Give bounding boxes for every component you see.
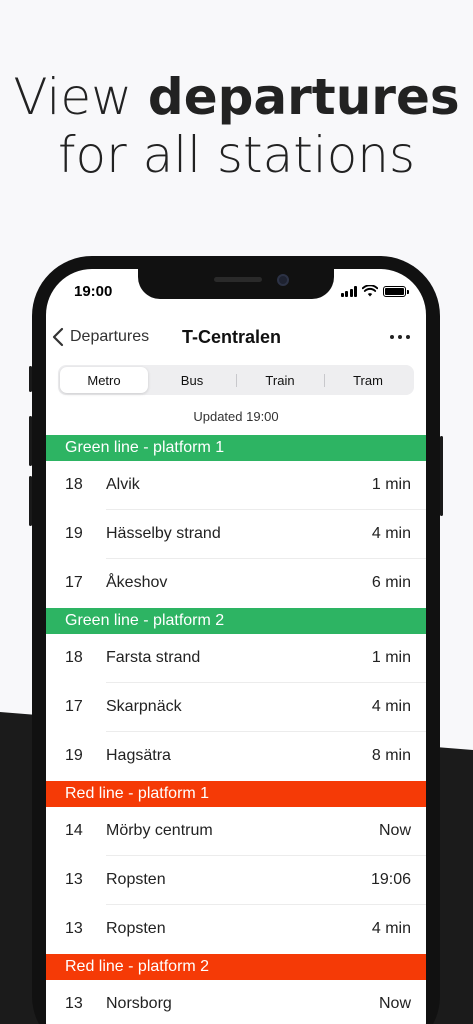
line-header-green-platform-2: Green line - platform 2 xyxy=(46,608,426,634)
line-number: 17 xyxy=(65,574,83,591)
departure-row[interactable]: 19 Hagsätra 8 min xyxy=(46,732,426,781)
tab-bus-label: Bus xyxy=(180,372,204,388)
destination: Hagsätra xyxy=(106,747,171,764)
cellular-signal-icon xyxy=(340,285,357,297)
tab-metro-label: Metro xyxy=(87,372,121,388)
departure-row[interactable]: 18 Alvik 1 min xyxy=(46,461,426,510)
transport-mode-tabs: Metro Bus Train Tram xyxy=(58,365,414,395)
phone-power-button xyxy=(440,436,443,516)
tab-train-label: Train xyxy=(265,372,295,388)
departure-time: 4 min xyxy=(371,920,411,937)
departure-row[interactable]: 19 Hässelby strand 4 min xyxy=(46,510,426,559)
tab-tram[interactable]: Tram xyxy=(324,367,412,393)
departure-time: 8 min xyxy=(371,747,411,764)
destination: Åkeshov xyxy=(106,574,168,591)
departure-time: 6 min xyxy=(371,574,411,591)
destination: Hässelby strand xyxy=(106,525,221,542)
departure-row[interactable]: 17 Skarpnäck 4 min xyxy=(46,683,426,732)
line-number: 13 xyxy=(65,920,83,937)
destination: Skarpnäck xyxy=(106,698,182,715)
tab-train[interactable]: Train xyxy=(236,367,324,393)
status-icons xyxy=(340,285,409,297)
phone-frame: 19:00 Departures T-Centralen Metro Bus T… xyxy=(29,256,443,1024)
line-number: 19 xyxy=(65,525,83,542)
departure-time: 4 min xyxy=(371,525,411,542)
line-number: 13 xyxy=(65,871,83,888)
back-button[interactable]: Departures xyxy=(52,327,149,347)
departure-time: 1 min xyxy=(371,649,411,666)
back-button-label: Departures xyxy=(70,328,150,345)
departure-row[interactable]: 13 Norsborg Now xyxy=(46,980,426,1024)
departure-row[interactable]: 13 Ropsten 19:06 xyxy=(46,856,426,905)
departure-row[interactable]: 17 Åkeshov 6 min xyxy=(46,559,426,608)
line-header-red-platform-1: Red line - platform 1 xyxy=(46,781,426,807)
tab-tram-label: Tram xyxy=(353,372,383,388)
chevron-left-icon xyxy=(52,327,64,347)
departure-time: Now xyxy=(378,995,411,1012)
destination: Norsborg xyxy=(106,995,172,1012)
updated-timestamp: Updated 19:00 xyxy=(193,409,279,424)
front-camera xyxy=(277,274,289,286)
phone-volume-up xyxy=(29,416,32,466)
more-options-icon[interactable] xyxy=(390,335,410,339)
status-time: 19:00 xyxy=(74,283,113,300)
line-header-green-platform-1: Green line - platform 1 xyxy=(46,435,426,461)
departure-time: Now xyxy=(378,822,411,839)
destination: Ropsten xyxy=(106,871,166,888)
departure-row[interactable]: 13 Ropsten 4 min xyxy=(46,905,426,954)
headline: View departures for all stations xyxy=(0,68,473,184)
tab-metro[interactable]: Metro xyxy=(60,367,148,393)
headline-text-before: View xyxy=(13,68,148,126)
line-number: 13 xyxy=(65,995,83,1012)
line-number: 14 xyxy=(65,822,83,839)
battery-icon xyxy=(383,285,409,297)
departure-time: 4 min xyxy=(371,698,411,715)
destination: Alvik xyxy=(106,476,140,493)
tab-bus[interactable]: Bus xyxy=(148,367,236,393)
departure-row[interactable]: 14 Mörby centrum Now xyxy=(46,807,426,856)
phone-screen: 19:00 Departures T-Centralen Metro Bus T… xyxy=(46,269,426,1024)
destination: Mörby centrum xyxy=(106,822,213,839)
speaker-grille xyxy=(214,277,262,282)
notch xyxy=(138,269,334,299)
navigation-bar: Departures T-Centralen xyxy=(46,323,426,359)
headline-text-line2: for all stations xyxy=(57,126,416,184)
line-header-red-platform-2: Red line - platform 2 xyxy=(46,954,426,980)
wifi-icon xyxy=(362,285,378,297)
departure-time: 19:06 xyxy=(370,871,411,888)
line-number: 18 xyxy=(65,476,83,493)
line-number: 19 xyxy=(65,747,83,764)
departure-row[interactable]: 18 Farsta strand 1 min xyxy=(46,634,426,683)
departure-time: 1 min xyxy=(371,476,411,493)
destination: Farsta strand xyxy=(106,649,201,666)
page-title: T-Centralen xyxy=(182,327,282,347)
destination: Ropsten xyxy=(106,920,166,937)
phone-mute-switch xyxy=(29,366,32,392)
line-number: 18 xyxy=(65,649,83,666)
line-number: 17 xyxy=(65,698,83,715)
phone-volume-down xyxy=(29,476,32,526)
departures-list: Green line - platform 1 18 Alvik 1 min 1… xyxy=(46,435,426,1024)
headline-text-bold: departures xyxy=(147,68,460,126)
